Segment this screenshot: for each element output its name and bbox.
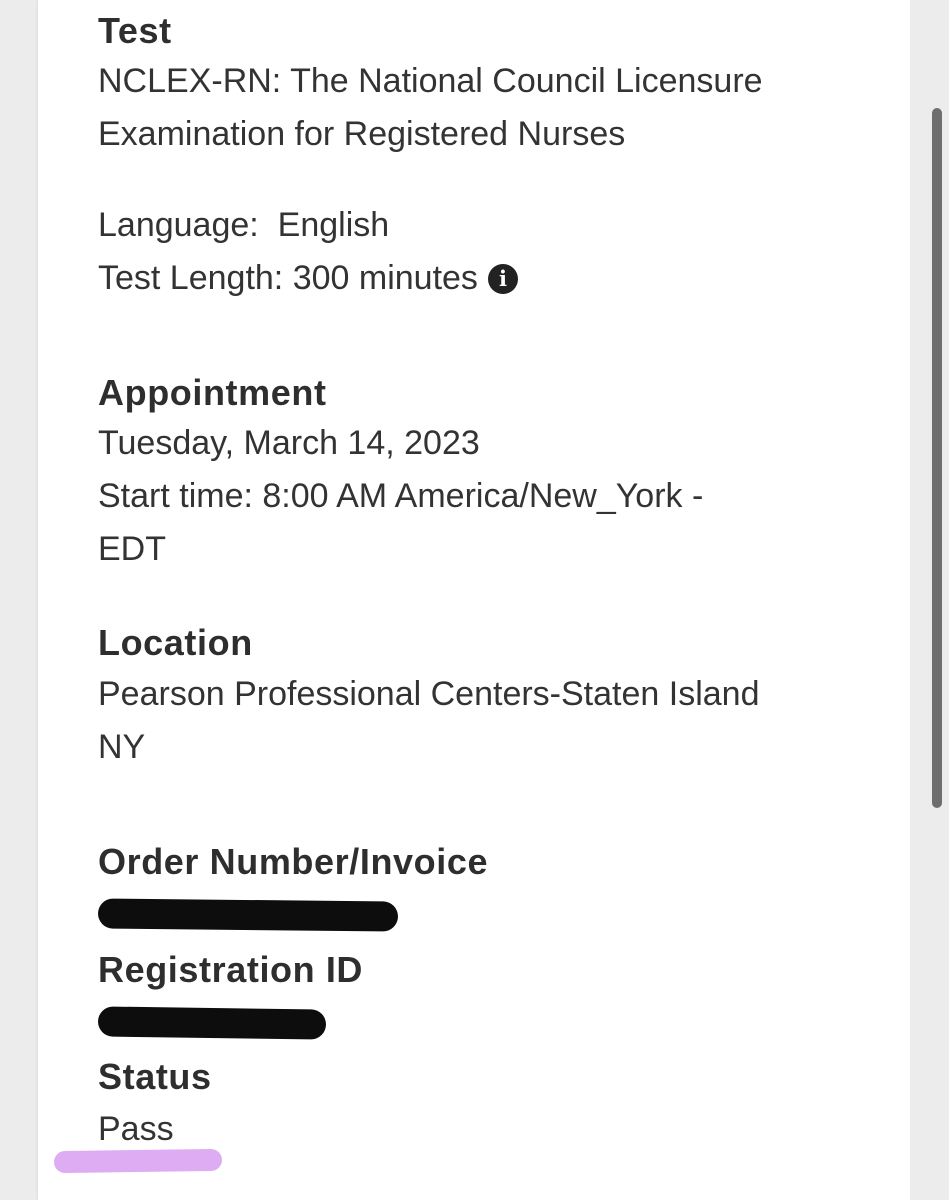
registration-id-heading: Registration ID <box>98 949 364 990</box>
info-circle-icon[interactable]: i <box>487 264 518 294</box>
test-name-line-1: NCLEX-RN: The National Council Licensure <box>98 62 763 100</box>
test-length-row: Test Length: 300 minutes i <box>98 259 518 298</box>
registration-id-redaction <box>97 1006 327 1040</box>
scrollbar-thumb[interactable] <box>932 108 942 808</box>
appointment-start-line-1: Start time: 8:00 AM America/New_York - <box>98 477 704 515</box>
order-number-heading: Order Number/Invoice <box>98 841 489 882</box>
status-value: Pass <box>98 1110 174 1148</box>
test-length-label: Test Length: <box>98 259 284 297</box>
status-heading: Status <box>98 1056 212 1097</box>
status-highlight-mark <box>53 1148 223 1174</box>
left-gutter <box>0 0 38 1200</box>
location-heading: Location <box>98 622 253 663</box>
appointment-start-line-2: EDT <box>98 530 166 568</box>
appointment-date: Tuesday, March 14, 2023 <box>98 424 480 462</box>
language-label: Language: <box>98 206 259 244</box>
right-gutter <box>910 0 949 1200</box>
language-value: English <box>277 206 390 244</box>
test-name-line-2: Examination for Registered Nurses <box>98 115 626 153</box>
location-line-1: Pearson Professional Centers-Staten Isla… <box>98 675 760 713</box>
location-line-2: NY <box>98 728 146 766</box>
language-row: Language: English <box>98 206 389 245</box>
test-length-value: 300 minutes <box>292 259 478 297</box>
order-number-redaction <box>97 898 399 932</box>
appointment-heading: Appointment <box>98 372 327 413</box>
page: Test NCLEX-RN: The National Council Lice… <box>0 0 949 1200</box>
test-heading: Test <box>98 10 172 51</box>
